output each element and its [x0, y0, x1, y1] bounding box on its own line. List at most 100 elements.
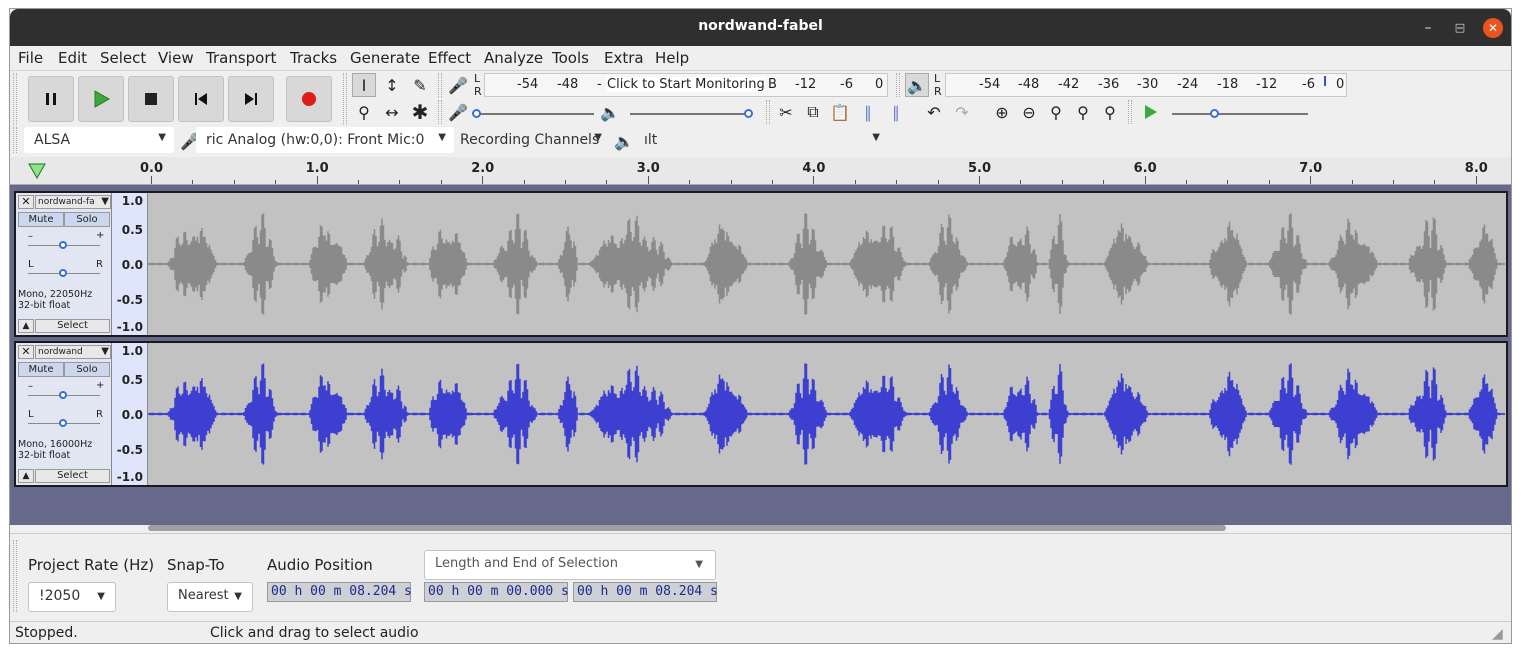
project-rate-select[interactable]: !2050 ▼ [28, 582, 116, 612]
horizontal-scrollbar[interactable] [148, 525, 1226, 531]
skip-end-button[interactable] [228, 76, 274, 122]
pan-knob[interactable] [59, 419, 67, 427]
audio-track[interactable]: ✕ nordwand ▼ Mute Solo – + L R Mono, 1600… [14, 341, 1508, 487]
zoom-in-icon[interactable]: ⊕ [990, 100, 1014, 124]
collapse-icon[interactable]: ▲ [18, 469, 34, 483]
play-speed-grip[interactable] [1128, 100, 1132, 124]
selection-end-time[interactable]: 00 h 00 m 08.204 s [573, 582, 718, 602]
playback-device-select[interactable]: ılt ▼ [634, 127, 888, 153]
solo-button[interactable]: Solo [64, 212, 110, 227]
menu-extra[interactable]: Extra [604, 49, 644, 67]
recording-device-value: ric Analog (hw:0,0): Front Mic:0 [206, 132, 425, 148]
vertical-scale[interactable]: 1.0 0.5 0.0 -0.5 -1.0 [112, 193, 148, 335]
play-button[interactable] [78, 76, 124, 122]
zoom-out-icon[interactable]: ⊖ [1017, 100, 1041, 124]
play-head-icon[interactable] [28, 163, 46, 179]
silence-icon[interactable]: ∥ [884, 100, 908, 124]
record-meter[interactable]: -54 -48 - Click to Start Monitoring B -1… [484, 73, 888, 97]
snap-to-select[interactable]: Nearest ▼ [167, 582, 253, 612]
audio-track[interactable]: ✕ nordwand-fa ▼ Mute Solo – + L R Mono, 2… [14, 191, 1508, 337]
waveform[interactable] [147, 193, 1505, 335]
selection-mode-select[interactable]: Length and End of Selection ▼ [424, 550, 716, 580]
track-select-button[interactable]: Select [35, 319, 110, 333]
mixer-grip[interactable] [438, 100, 442, 124]
rec-meter-grip[interactable] [438, 73, 442, 97]
track-area[interactable]: ✕ nordwand-fa ▼ Mute Solo – + L R Mono, 2… [10, 185, 1511, 525]
menu-help[interactable]: Help [655, 49, 689, 67]
gain-knob[interactable] [59, 241, 67, 249]
play-speed-slider[interactable] [1172, 113, 1308, 115]
redo-icon[interactable]: ↷ [950, 100, 974, 124]
envelope-tool-icon[interactable]: ↕ [380, 73, 404, 97]
menu-tools[interactable]: Tools [552, 49, 589, 67]
maximize-icon[interactable]: □ [1450, 18, 1470, 38]
close-icon[interactable]: ✕ [1483, 18, 1503, 38]
paste-icon[interactable]: 📋 [828, 100, 852, 124]
output-volume-slider[interactable] [630, 113, 748, 115]
timeshift-tool-icon[interactable]: ↔ [380, 100, 404, 124]
menu-file[interactable]: File [18, 49, 43, 67]
play-meter-grip[interactable] [896, 73, 900, 97]
collapse-icon[interactable]: ▲ [18, 319, 34, 333]
solo-button[interactable]: Solo [64, 362, 110, 377]
recording-device-select[interactable]: ric Analog (hw:0,0): Front Mic:0 ▼ [196, 127, 454, 153]
multi-tool-icon[interactable]: ✱ [408, 100, 432, 124]
mute-button[interactable]: Mute [18, 362, 64, 377]
menu-effect[interactable]: Effect [428, 49, 471, 67]
fit-selection-icon[interactable]: ⚲ [1044, 100, 1068, 124]
cut-icon[interactable]: ✂ [774, 100, 798, 124]
zoom-tool-icon[interactable]: ⚲ [352, 100, 376, 124]
copy-icon[interactable]: ⧉ [801, 100, 825, 124]
menu-tracks[interactable]: Tracks [290, 49, 337, 67]
selection-grip[interactable] [13, 540, 17, 612]
track-close-icon[interactable]: ✕ [18, 345, 34, 359]
speaker-icon[interactable]: 🔈 [905, 73, 929, 97]
menu-analyze[interactable]: Analyze [484, 49, 543, 67]
toolbar-grip[interactable] [13, 73, 17, 125]
menu-edit[interactable]: Edit [58, 49, 87, 67]
resize-grip-icon[interactable]: ◢ [1492, 626, 1503, 642]
vertical-scale[interactable]: 1.0 0.5 0.0 -0.5 -1.0 [112, 343, 148, 485]
device-grip[interactable] [13, 127, 17, 153]
timeline-ruler[interactable]: 0.0 1.0 2.0 3.0 4.0 5.0 6.0 7.0 8.0 [10, 157, 1511, 185]
menu-view[interactable]: View [158, 49, 194, 67]
play-at-speed-icon[interactable] [1138, 100, 1162, 124]
recording-channels-select[interactable]: Recording Channels ▼ [450, 127, 610, 153]
menu-transport[interactable]: Transport [206, 49, 276, 67]
menu-generate[interactable]: Generate [350, 49, 420, 67]
tools-grip[interactable] [343, 73, 347, 125]
track-name-menu[interactable]: nordwand ▼ [35, 345, 111, 359]
trim-icon[interactable]: ∥ [856, 100, 880, 124]
skip-start-button[interactable] [178, 76, 224, 122]
record-button[interactable] [286, 76, 332, 122]
playback-meter[interactable]: -54 -48 -42 -36 -30 -24 -18 -12 -6 0 [945, 73, 1347, 97]
output-volume-knob[interactable] [744, 109, 753, 118]
track-name-menu[interactable]: nordwand-fa ▼ [35, 195, 111, 209]
rec-tick: -6 [840, 77, 853, 92]
waveform[interactable] [147, 343, 1505, 485]
zoom-toggle-icon[interactable]: ⚲ [1098, 100, 1122, 124]
monitoring-overlay[interactable]: Click to Start Monitoring [607, 77, 765, 92]
audio-position-time[interactable]: 00 h 00 m 08.204 s [267, 582, 412, 602]
menu-select[interactable]: Select [100, 49, 146, 67]
minimize-button[interactable]: – [1418, 18, 1438, 38]
stop-button[interactable] [128, 76, 174, 122]
mute-button[interactable]: Mute [18, 212, 64, 227]
gain-knob[interactable] [59, 391, 67, 399]
edit-grip[interactable] [766, 100, 770, 124]
track-select-button[interactable]: Select [35, 469, 110, 483]
ruler-tick [1144, 176, 1146, 184]
input-volume-slider[interactable] [476, 113, 594, 115]
selection-tool-icon[interactable]: I [352, 73, 376, 97]
undo-icon[interactable]: ↶ [922, 100, 946, 124]
draw-tool-icon[interactable]: ✎ [408, 73, 432, 97]
play-speed-knob[interactable] [1210, 109, 1219, 118]
fit-project-icon[interactable]: ⚲ [1071, 100, 1095, 124]
input-volume-knob[interactable] [472, 109, 481, 118]
pan-knob[interactable] [59, 269, 67, 277]
selection-start-time[interactable]: 00 h 00 m 00.000 s [424, 582, 569, 602]
microphone-icon[interactable]: 🎤 [446, 73, 470, 97]
pause-button[interactable] [28, 76, 74, 122]
track-close-icon[interactable]: ✕ [18, 195, 34, 209]
audio-host-select[interactable]: ALSA ▼ [24, 127, 174, 153]
